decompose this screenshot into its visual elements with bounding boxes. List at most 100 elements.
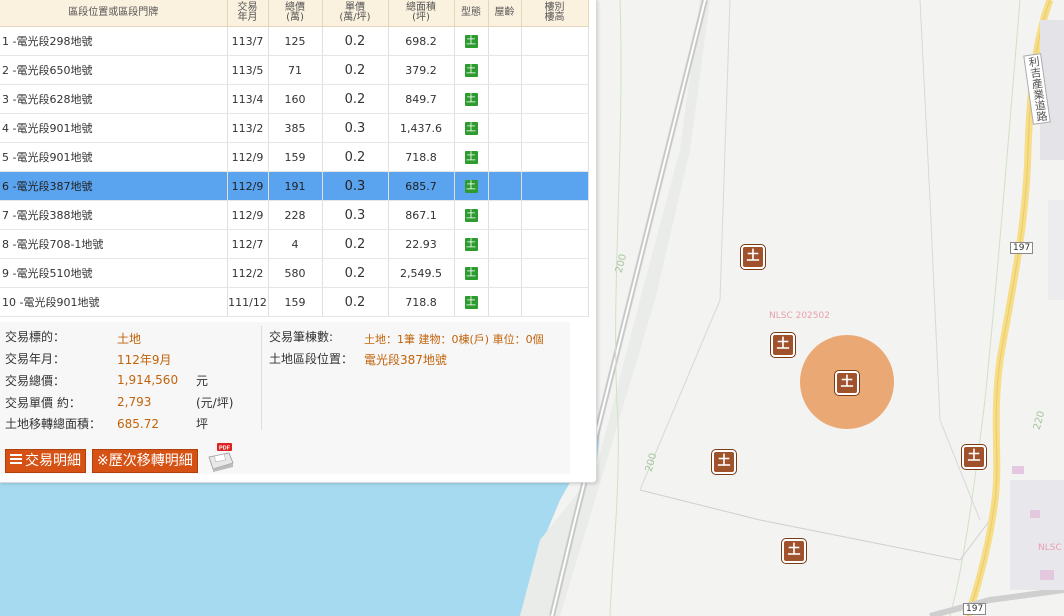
- cell-age: [488, 258, 522, 288]
- cell-area: 1,437.6: [388, 113, 455, 143]
- cell-floor: [521, 287, 589, 317]
- contour-line: [609, 0, 622, 616]
- cell-unit-price: 0.2: [322, 229, 389, 259]
- cell-age: [488, 142, 522, 172]
- cell-total: 4: [268, 229, 323, 259]
- detail-label-total: 交易總價：: [5, 374, 66, 388]
- detail-value-date: 112年9月: [117, 353, 172, 367]
- cell-unit-price: 0.2: [322, 55, 389, 85]
- cell-floor: [521, 84, 589, 114]
- cell-unit-price: 0.2: [322, 287, 389, 317]
- land-marker-icon[interactable]: 土: [712, 450, 736, 474]
- land-type-icon: 土: [464, 267, 478, 280]
- detail-label-target: 交易標的：: [5, 330, 66, 344]
- cell-date: 112/9: [227, 171, 269, 201]
- cell-unit-price: 0.2: [322, 84, 389, 114]
- table-row[interactable]: 9 -電光段510地號 112/2 580 0.2 2,549.5 土: [0, 258, 589, 288]
- cell-area: 867.1: [388, 200, 455, 230]
- land-type-icon: 土: [464, 122, 478, 135]
- detail-label-area: 土地移轉總面積：: [5, 417, 102, 431]
- cell-location: 6 -電光段387地號: [0, 171, 228, 201]
- cell-floor: [521, 200, 589, 230]
- col-header-location[interactable]: 區段位置或區段門牌: [0, 0, 228, 27]
- cell-age: [488, 229, 522, 259]
- cell-area: 718.8: [388, 287, 455, 317]
- table-row[interactable]: 2 -電光段650地號 113/5 71 0.2 379.2 土: [0, 55, 589, 85]
- cell-date: 113/4: [227, 84, 269, 114]
- nlsc-watermark: NLSC: [1038, 543, 1062, 553]
- table-row[interactable]: 10 -電光段901地號 111/12 159 0.2 718.8 土: [0, 287, 589, 317]
- cell-area: 685.7: [388, 171, 455, 201]
- cell-unit-price: 0.2: [322, 258, 389, 288]
- cell-date: 113/2: [227, 113, 269, 143]
- table-row[interactable]: 7 -電光段388地號 112/9 228 0.3 867.1 土: [0, 200, 589, 230]
- land-type-icon: 土: [464, 64, 478, 77]
- cell-type: 土: [454, 113, 489, 143]
- cell-date: 112/2: [227, 258, 269, 288]
- cell-floor: [521, 142, 589, 172]
- cell-total: 228: [268, 200, 323, 230]
- cell-area: 849.7: [388, 84, 455, 114]
- detail-value-count: 土地：1筆 建物：0棟(戶) 車位：0個: [364, 333, 544, 346]
- land-type-icon: 土: [464, 296, 478, 309]
- side-road: [929, 587, 1064, 616]
- cell-type: 土: [454, 200, 489, 230]
- land-marker-icon[interactable]: 土: [782, 539, 806, 563]
- pdf-print-icon[interactable]: PDF: [207, 443, 234, 472]
- cell-location: 3 -電光段628地號: [0, 84, 228, 114]
- land-marker-icon[interactable]: 土: [741, 245, 765, 269]
- cell-location: 2 -電光段650地號: [0, 55, 228, 85]
- col-header-age[interactable]: 屋齡: [488, 0, 522, 27]
- transfer-history-button[interactable]: ※歷次移轉明細: [92, 449, 198, 473]
- land-type-icon: 土: [464, 93, 478, 106]
- table-row[interactable]: 5 -電光段901地號 112/9 159 0.2 718.8 土: [0, 142, 589, 172]
- cell-age: [488, 171, 522, 201]
- transaction-panel: 區段位置或區段門牌 交易 年月 總價 (萬) 單價 (萬/坪) 總面積 (坪) 型態 屋…: [0, 0, 597, 483]
- nlsc-watermark: NLSC 202502: [769, 311, 830, 321]
- cell-total: 580: [268, 258, 323, 288]
- col-header-unit-price[interactable]: 單價 (萬/坪): [322, 0, 389, 27]
- cell-location: 8 -電光段708-1地號: [0, 229, 228, 259]
- land-marker-icon[interactable]: 土: [771, 333, 795, 357]
- cell-unit-price: 0.3: [322, 171, 389, 201]
- cell-total: 191: [268, 171, 323, 201]
- cell-unit-price: 0.2: [322, 26, 389, 56]
- cell-total: 125: [268, 26, 323, 56]
- cell-unit-price: 0.3: [322, 200, 389, 230]
- col-header-date[interactable]: 交易 年月: [227, 0, 269, 27]
- cell-type: 土: [454, 55, 489, 85]
- land-type-icon: 土: [464, 180, 478, 193]
- table-row[interactable]: 1 -電光段298地號 113/7 125 0.2 698.2 土: [0, 26, 589, 56]
- transaction-detail-button[interactable]: 交易明細: [5, 449, 86, 473]
- cell-total: 385: [268, 113, 323, 143]
- detail-label-count: 交易筆棟數:: [269, 330, 334, 344]
- cell-date: 111/12: [227, 287, 269, 317]
- cell-type: 土: [454, 287, 489, 317]
- table-row-selected[interactable]: 6 -電光段387地號 112/9 191 0.3 685.7 土: [0, 171, 589, 201]
- table-row[interactable]: 4 -電光段901地號 113/2 385 0.3 1,437.6 土: [0, 113, 589, 143]
- land-marker-icon-selected[interactable]: 土: [835, 371, 859, 395]
- land-marker-icon[interactable]: 土: [962, 445, 986, 469]
- table-row[interactable]: 3 -電光段628地號 113/4 160 0.2 849.7 土: [0, 84, 589, 114]
- table-header: 區段位置或區段門牌 交易 年月 總價 (萬) 單價 (萬/坪) 總面積 (坪) 型態 屋…: [0, 0, 589, 27]
- col-header-type[interactable]: 型態: [454, 0, 489, 27]
- cell-date: 113/5: [227, 55, 269, 85]
- cell-age: [488, 55, 522, 85]
- land-type-icon: 土: [464, 151, 478, 164]
- col-header-floor[interactable]: 樓別 樓高: [521, 0, 589, 27]
- cell-location: 7 -電光段388地號: [0, 200, 228, 230]
- cell-area: 22.93: [388, 229, 455, 259]
- cell-location: 5 -電光段901地號: [0, 142, 228, 172]
- cell-location: 10 -電光段901地號: [0, 287, 228, 317]
- parcel-boundary: [639, 489, 991, 561]
- svg-text:PDF: PDF: [219, 446, 231, 452]
- cell-date: 112/9: [227, 142, 269, 172]
- detail-value-section: 電光段387地號: [364, 353, 447, 367]
- cell-type: 土: [454, 142, 489, 172]
- cell-floor: [521, 171, 589, 201]
- col-header-area[interactable]: 總面積 (坪): [388, 0, 455, 27]
- transaction-detail-button-label: 交易明細: [25, 453, 81, 469]
- col-header-total[interactable]: 總價 (萬): [268, 0, 323, 27]
- cell-age: [488, 26, 522, 56]
- table-row[interactable]: 8 -電光段708-1地號 112/7 4 0.2 22.93 土: [0, 229, 589, 259]
